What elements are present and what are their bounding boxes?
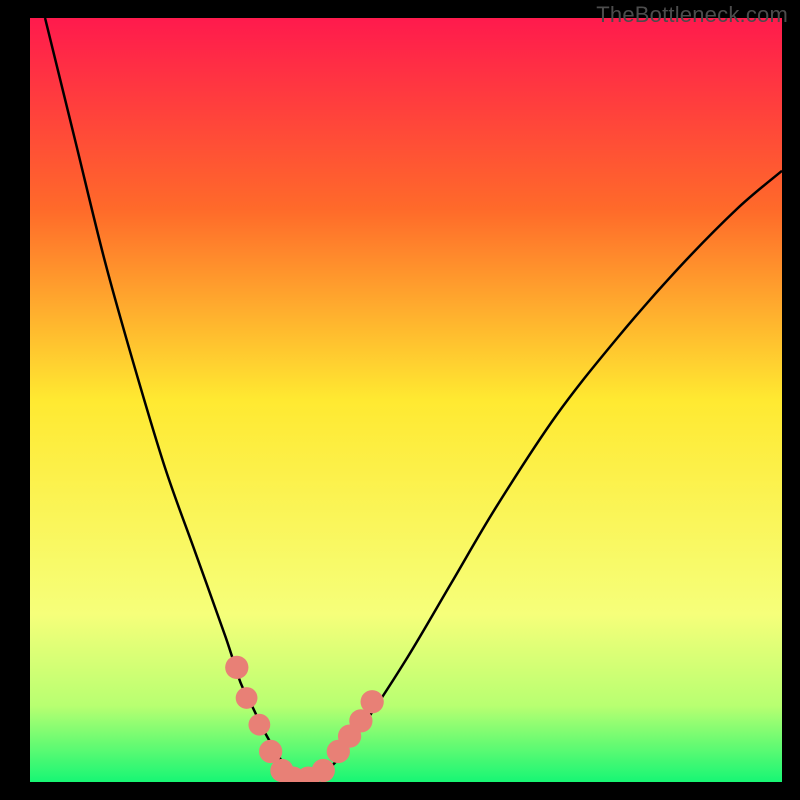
watermark-text: TheBottleneck.com [596, 2, 788, 28]
marker-dot [312, 759, 335, 782]
outer-frame: TheBottleneck.com [0, 0, 800, 800]
marker-dot [361, 690, 384, 713]
gradient-background [30, 18, 782, 782]
marker-dot [236, 687, 258, 709]
plot-area [30, 18, 782, 782]
bottleneck-chart [30, 18, 782, 782]
marker-dot [248, 714, 270, 736]
marker-dot [225, 656, 248, 679]
